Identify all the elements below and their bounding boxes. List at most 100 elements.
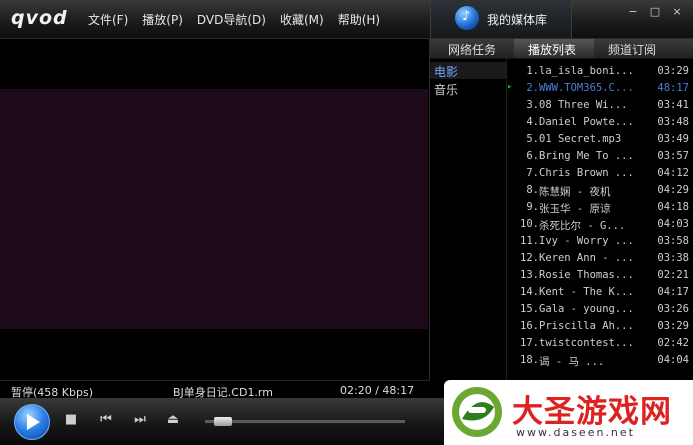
next-icon[interactable]: ⏭ <box>131 411 149 429</box>
close-icon[interactable]: × <box>671 5 683 18</box>
track-duration: 03:38 <box>657 252 689 264</box>
playlist-row[interactable]: 13. Rosie Thomas... 02:21 <box>507 267 693 284</box>
track-number: 16. <box>520 320 539 332</box>
menu-bar: 文件(F) 播放(P) DVD导航(D) 收藏(M) 帮助(H) <box>88 11 394 28</box>
video-frame <box>0 89 428 329</box>
app-logo: qvod <box>11 7 68 29</box>
volume-slider[interactable] <box>205 420 405 423</box>
tab-playlist[interactable]: 播放列表 <box>528 41 576 58</box>
minimize-icon[interactable]: − <box>627 5 639 18</box>
track-title: Daniel Powte... <box>539 116 634 128</box>
track-number: 4. <box>526 116 539 128</box>
playlist-row[interactable]: 3. 08 Three Wi... 03:41 <box>507 97 693 114</box>
track-title: Priscilla Ah... <box>539 320 634 332</box>
track-title: 张玉华 - 原谅 <box>539 203 611 215</box>
playlist-row[interactable]: 9. 张玉华 - 原谅 04:18 <box>507 199 693 216</box>
playlist-row[interactable]: 6. Bring Me To ... 03:57 <box>507 148 693 165</box>
track-number: 6. <box>526 150 539 162</box>
track-title: 谒 - 马 ... <box>539 356 605 368</box>
track-number: 9. <box>526 201 539 213</box>
tab-network-tasks[interactable]: 网络任务 <box>448 41 496 58</box>
media-library-panel: 网络任务 播放列表 频道订阅 电影 音乐 1. la_isla_boni... 03… <box>429 39 693 380</box>
track-duration: 02:42 <box>657 337 689 349</box>
panel-tabs: 网络任务 播放列表 频道订阅 <box>430 39 693 59</box>
play-button[interactable] <box>14 404 50 440</box>
stop-icon[interactable]: ■ <box>62 411 80 429</box>
playlist-row[interactable]: 16. Priscilla Ah... 03:29 <box>507 318 693 335</box>
now-playing-icon: ▸ <box>507 82 513 92</box>
track-number: 5. <box>526 133 539 145</box>
title-bar: qvod 文件(F) 播放(P) DVD导航(D) 收藏(M) 帮助(H) 我的… <box>0 0 693 39</box>
category-music[interactable]: 音乐 <box>434 81 458 98</box>
track-duration: 03:58 <box>657 235 689 247</box>
media-library-tab[interactable]: 我的媒体库 <box>430 0 572 38</box>
track-title: 杀死比尔 - G... <box>539 220 626 232</box>
menu-play[interactable]: 播放(P) <box>142 11 183 28</box>
track-number: 15. <box>520 303 539 315</box>
track-duration: 03:29 <box>657 65 689 77</box>
track-number: 8. <box>526 184 539 196</box>
track-title: 08 Three Wi... <box>539 99 628 111</box>
track-duration: 03:57 <box>657 150 689 162</box>
playlist-row[interactable]: 1. la_isla_boni... 03:29 <box>507 63 693 80</box>
watermark-url: www.daseen.net <box>516 426 635 439</box>
track-duration: 04:04 <box>657 354 689 366</box>
track-number: 12. <box>520 252 539 264</box>
previous-icon[interactable]: ⏮ <box>97 411 115 429</box>
window-controls: − □ × <box>627 5 683 18</box>
category-list: 电影 音乐 <box>430 59 507 380</box>
track-title: 01 Secret.mp3 <box>539 133 622 145</box>
track-number: 7. <box>526 167 539 179</box>
track-title: 陈慧娴 - 夜机 <box>539 186 611 198</box>
track-number: 10. <box>520 218 539 230</box>
track-duration: 48:17 <box>657 82 689 94</box>
watermark-title: 大圣游戏网 <box>512 394 672 430</box>
playlist-row[interactable]: 18. 谒 - 马 ... 04:04 <box>507 352 693 369</box>
eject-icon[interactable]: ⏏ <box>164 411 182 429</box>
track-duration: 02:21 <box>657 269 689 281</box>
volume-slider-handle[interactable] <box>214 417 233 426</box>
track-number: 18. <box>520 354 539 366</box>
track-title: Chris Brown ... <box>539 167 634 179</box>
playlist-row[interactable]: 15. Gala - young... 03:26 <box>507 301 693 318</box>
track-title: Keren Ann - ... <box>539 252 634 264</box>
track-title: WWW.TOM365.C... <box>539 82 634 94</box>
track-duration: 04:29 <box>657 184 689 196</box>
track-number: 3. <box>526 99 539 111</box>
track-number: 11. <box>520 235 539 247</box>
playlist-row[interactable]: 5. 01 Secret.mp3 03:49 <box>507 131 693 148</box>
menu-help[interactable]: 帮助(H) <box>338 11 380 28</box>
track-number: 1. <box>526 65 539 77</box>
track-duration: 03:26 <box>657 303 689 315</box>
tab-channel-subscriptions[interactable]: 频道订阅 <box>608 41 656 58</box>
playlist-row[interactable]: 17. twistcontest... 02:42 <box>507 335 693 352</box>
status-bar: 暂停(458 Kbps) BJ单身日记.CD1.rm 02:20 / 48:17 <box>0 380 430 399</box>
playlist-row[interactable]: 10. 杀死比尔 - G... 04:03 <box>507 216 693 233</box>
playlist-row[interactable]: 14. Kent - The K... 04:17 <box>507 284 693 301</box>
track-duration: 04:17 <box>657 286 689 298</box>
playlist-row[interactable]: 4. Daniel Powte... 03:48 <box>507 114 693 131</box>
playlist-row[interactable]: 8. 陈慧娴 - 夜机 04:29 <box>507 182 693 199</box>
track-title: Ivy - Worry ... <box>539 235 634 247</box>
track-number: 2. <box>526 82 539 94</box>
playlist-row[interactable]: 7. Chris Brown ... 04:12 <box>507 165 693 182</box>
playback-time: 02:20 / 48:17 <box>340 384 415 397</box>
maximize-icon[interactable]: □ <box>649 5 661 18</box>
media-library-label: 我的媒体库 <box>487 13 548 27</box>
track-duration: 03:41 <box>657 99 689 111</box>
menu-dvd-nav[interactable]: DVD导航(D) <box>197 11 266 28</box>
menu-file[interactable]: 文件(F) <box>88 11 128 28</box>
track-duration: 04:03 <box>657 218 689 230</box>
track-duration: 03:29 <box>657 320 689 332</box>
track-duration: 03:48 <box>657 116 689 128</box>
track-title: Rosie Thomas... <box>539 269 634 281</box>
playlist-row[interactable]: 12. Keren Ann - ... 03:38 <box>507 250 693 267</box>
video-area[interactable] <box>0 39 428 380</box>
track-title: twistcontest... <box>539 337 634 349</box>
track-duration: 03:49 <box>657 133 689 145</box>
playlist-row[interactable]: 11. Ivy - Worry ... 03:58 <box>507 233 693 250</box>
menu-favorites[interactable]: 收藏(M) <box>280 11 324 28</box>
category-movies[interactable]: 电影 <box>434 63 458 80</box>
playlist-row[interactable]: ▸ 2. WWW.TOM365.C... 48:17 <box>507 80 693 97</box>
track-number: 13. <box>520 269 539 281</box>
